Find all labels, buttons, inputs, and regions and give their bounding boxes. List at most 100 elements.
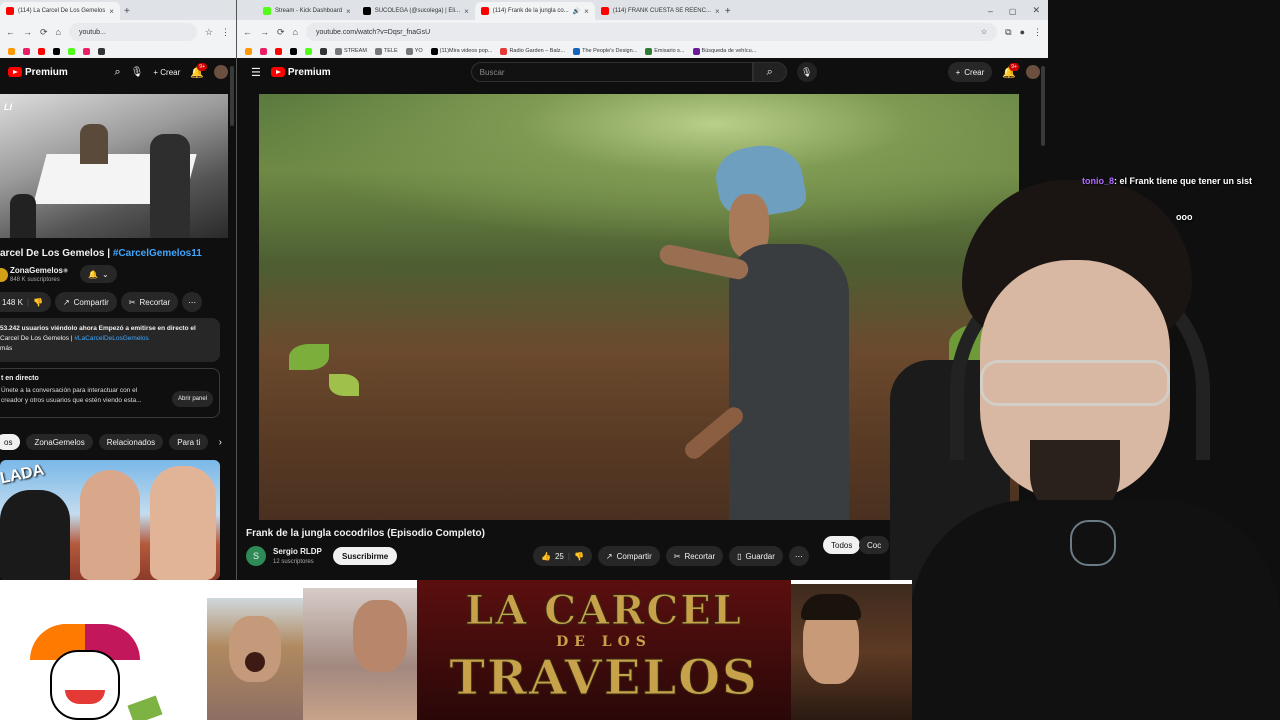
close-tab-icon[interactable]: × <box>346 7 351 16</box>
tab-frank-jungla[interactable]: (114) Frank de la jungla co... 🔊 × <box>474 2 595 20</box>
hamburger-menu-icon[interactable]: ☰ <box>251 66 261 79</box>
tab-frank-cuesta[interactable]: (114) FRANK CUESTA SE REENC...× <box>595 2 719 20</box>
forward-icon[interactable]: → <box>260 27 269 37</box>
like-dislike-group[interactable]: 👍 25 | 👎 <box>533 546 592 566</box>
description-box[interactable]: 53.242 usuarios viéndolo ahora Empezó a … <box>0 318 220 362</box>
chip[interactable]: Relacionados <box>98 434 164 450</box>
subscribe-button[interactable]: Suscribirme <box>333 547 398 565</box>
voice-search-button[interactable]: 🎙 <box>796 62 817 82</box>
menu-dots-icon[interactable]: ⋮ <box>1033 27 1042 38</box>
left-scrollbar[interactable] <box>230 66 234 126</box>
bookmark-folder[interactable]: TELE <box>374 47 398 55</box>
share-button[interactable]: ↗ Compartir <box>597 546 660 566</box>
bookmark-link[interactable]: Emisario s... <box>645 47 685 55</box>
bookmark-icon[interactable] <box>245 47 252 55</box>
show-more-link[interactable]: más <box>0 344 214 354</box>
account-avatar[interactable] <box>214 65 228 79</box>
bookmark-icon[interactable] <box>290 47 297 55</box>
search-box[interactable]: Buscar <box>470 62 753 82</box>
bookmark-icon[interactable] <box>53 47 60 55</box>
bookmark-icon[interactable] <box>83 47 90 55</box>
notifications-bell-icon[interactable]: 🔔 9+ <box>190 62 207 79</box>
bookmark-folder[interactable]: YO <box>405 47 423 55</box>
chip-todos[interactable]: Todos <box>823 536 861 554</box>
extensions-icon[interactable]: ⧉ <box>1005 27 1011 38</box>
chip[interactable]: Para ti <box>169 434 209 450</box>
account-avatar[interactable] <box>1026 65 1040 79</box>
tab-sucolega[interactable]: SUCOLEGA (@sucolega) | Eli... × <box>357 2 475 20</box>
tab-carcel-gemelos[interactable]: (114) La Carcel De Los Gemelos × <box>0 2 120 20</box>
channel-avatar[interactable] <box>0 268 8 282</box>
channel-name[interactable]: Sergio RLDP <box>273 547 322 556</box>
audio-icon[interactable]: 🔊 <box>573 8 580 15</box>
close-window-icon[interactable]: ✕ <box>1024 5 1048 20</box>
more-actions-button[interactable]: ⋯ <box>788 546 809 566</box>
clip-button[interactable]: ✂ Recortar <box>665 546 724 566</box>
reload-icon[interactable]: ⟳ <box>40 27 48 38</box>
chevron-right-icon[interactable]: › <box>219 437 222 448</box>
open-panel-button[interactable]: Abrir panel <box>171 391 213 407</box>
notifications-bell-icon[interactable]: 🔔 9+ <box>1002 62 1019 79</box>
close-tab-icon[interactable]: × <box>464 7 469 16</box>
channel-avatar[interactable]: S <box>246 546 266 566</box>
new-tab-icon[interactable]: + <box>120 6 134 20</box>
bookmark-icon[interactable] <box>38 47 45 55</box>
bookmark-link[interactable]: Búsqueda de vehícu... <box>692 47 756 55</box>
save-button[interactable]: ▯ Guardar <box>729 546 783 566</box>
channel-name[interactable]: ZonaGemelos <box>10 266 63 275</box>
new-tab-icon[interactable]: + <box>719 6 737 20</box>
address-bar[interactable]: youtub... <box>68 23 197 41</box>
description-hashtag-link[interactable]: #LaCarcelDeLosGemelos <box>74 335 148 342</box>
dislike-icon[interactable]: 👎 <box>33 298 43 307</box>
bookmark-link[interactable]: The People's Design... <box>573 47 637 55</box>
bookmark-icon[interactable] <box>320 47 327 55</box>
home-icon[interactable]: ⌂ <box>56 27 61 37</box>
youtube-premium-logo[interactable]: Premium <box>8 67 68 78</box>
maximize-icon[interactable]: ▢ <box>1001 7 1025 20</box>
minimize-icon[interactable]: – <box>980 6 1001 20</box>
tab-label: Stream - Kick Dashboard <box>275 8 343 14</box>
address-bar[interactable]: youtube.com/watch?v=Dqsr_fnaGsU ☆ <box>305 23 998 41</box>
youtube-premium-logo[interactable]: Premium <box>270 67 331 78</box>
back-icon[interactable]: ← <box>6 27 15 37</box>
mic-icon[interactable]: 🎙 <box>131 67 144 78</box>
title-hashtag-link[interactable]: #CarcelGemelos11 <box>113 248 202 259</box>
chip[interactable]: ZonaGemelos <box>26 434 93 450</box>
search-icon[interactable]: ⌕ <box>115 66 121 79</box>
star-icon[interactable]: ☆ <box>981 28 987 36</box>
dislike-icon[interactable]: 👎 <box>574 552 584 561</box>
share-button[interactable]: ↗ Compartir <box>54 292 117 312</box>
clip-button[interactable]: ✂ Recortar <box>120 292 179 312</box>
close-tab-icon[interactable]: × <box>109 7 114 16</box>
like-icon[interactable]: 👍 <box>541 552 551 561</box>
create-button[interactable]: + Crear <box>947 62 993 82</box>
back-icon[interactable]: ← <box>243 27 252 37</box>
bookmark-link[interactable]: Radio Garden – Balz... <box>500 47 565 55</box>
reload-icon[interactable]: ⟳ <box>277 27 285 38</box>
close-tab-icon[interactable]: × <box>584 7 589 16</box>
more-actions-button[interactable]: ⋯ <box>182 292 203 312</box>
bookmark-icon[interactable] <box>98 47 105 55</box>
bookmark-icon[interactable] <box>305 47 312 55</box>
create-button[interactable]: + Crear <box>153 68 180 77</box>
like-dislike-group[interactable]: 148 K | 👎 <box>0 292 51 312</box>
right-scrollbar[interactable] <box>1041 66 1045 146</box>
tab-kick-dashboard[interactable]: Stream - Kick Dashboard × <box>257 2 357 20</box>
bookmark-icon[interactable] <box>275 47 282 55</box>
menu-dots-icon[interactable]: ⋮ <box>221 27 230 38</box>
notification-bell-button[interactable]: 🔔 ⌄ <box>80 265 117 283</box>
search-button[interactable]: ⌕ <box>752 62 787 82</box>
bookmark-icon[interactable] <box>8 47 15 55</box>
left-video-player[interactable]: LI <box>0 94 228 238</box>
bookmark-link[interactable]: (11)Mira videos pop... <box>430 47 492 55</box>
recommended-thumbnail[interactable]: LADA <box>0 460 220 580</box>
home-icon[interactable]: ⌂ <box>293 27 298 37</box>
bookmark-folder[interactable]: STREAM <box>335 47 367 55</box>
star-icon[interactable]: ☆ <box>205 27 213 38</box>
bookmark-icon[interactable] <box>68 47 75 55</box>
bookmark-icon[interactable] <box>23 47 30 55</box>
bookmark-icon[interactable] <box>260 47 267 55</box>
chip[interactable]: os <box>0 434 21 450</box>
profile-icon[interactable]: ● <box>1020 27 1025 37</box>
forward-icon[interactable]: → <box>23 27 32 37</box>
